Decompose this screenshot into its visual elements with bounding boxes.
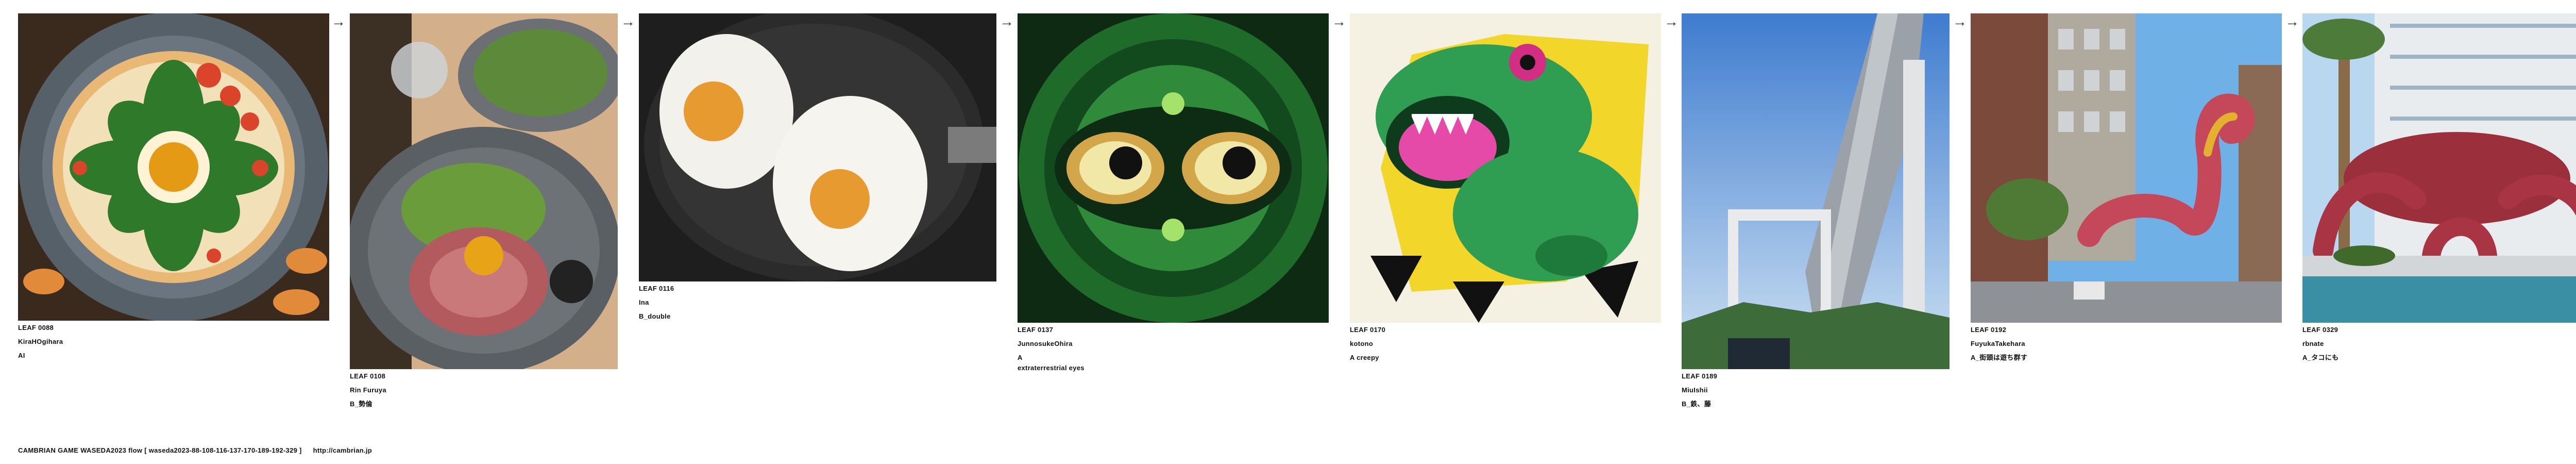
leaf-author: Rin Furuya — [350, 386, 386, 394]
leaf-author: rbnate — [2302, 340, 2324, 347]
arrow-right-icon: → — [1332, 13, 1346, 29]
leaf-author: KiraHOgihara — [18, 338, 63, 345]
footer-title: CAMBRIAN GAME WASEDA2023 flow [ waseda20… — [18, 446, 302, 454]
arrow-right-icon: → — [621, 13, 635, 29]
leaf-image[interactable] — [639, 13, 996, 281]
leaf-image[interactable] — [1018, 13, 1329, 323]
leaf-description: A extraterrestrial eyes — [1018, 354, 1084, 372]
leaf-description: AI — [18, 352, 25, 359]
footer-link[interactable]: http://cambrian.jp — [313, 446, 372, 454]
leaf-id: LEAF 0137 — [1018, 326, 1054, 334]
leaf-card: LEAF 0116 Ina B_double — [639, 13, 996, 323]
leaf-description: A_街頭は遊ち群す — [1971, 354, 2028, 361]
leaf-author: Ina — [639, 299, 649, 306]
leaf-description: A creepy — [1350, 354, 1379, 361]
leaf-description: B_鉄、藤 — [1682, 400, 1711, 408]
leaf-id: LEAF 0170 — [1350, 326, 1386, 334]
leaf-id: LEAF 0329 — [2302, 326, 2338, 334]
leaf-author: kotono — [1350, 340, 1374, 347]
arrow-right-icon: → — [999, 13, 1014, 29]
arrow-right-icon: → — [1953, 13, 1967, 29]
leaf-image[interactable] — [18, 13, 329, 321]
leaf-description: A_タコにも — [2302, 354, 2339, 361]
leaf-card: LEAF 0329 rbnate A_タコにも — [2302, 13, 2576, 364]
leaf-card: LEAF 0088 KiraHOgihara AI — [18, 13, 329, 362]
footer: CAMBRIAN GAME WASEDA2023 flow [ waseda20… — [18, 446, 381, 454]
leaf-id: LEAF 0088 — [18, 324, 54, 332]
arrow-right-icon: → — [2285, 13, 2299, 29]
leaf-image[interactable] — [2302, 13, 2576, 323]
leaf-card: LEAF 0170 kotono A creepy — [1350, 13, 1661, 364]
leaf-author: JunnosukeOhira — [1018, 340, 1073, 347]
arrow-right-icon: → — [1664, 13, 1679, 29]
leaf-description: B_double — [639, 312, 671, 320]
leaf-id: LEAF 0189 — [1682, 372, 1718, 380]
leaf-author: MiuIshii — [1682, 386, 1708, 394]
leaf-id: LEAF 0116 — [639, 285, 674, 292]
leaf-id: LEAF 0192 — [1971, 326, 2007, 334]
leaf-image[interactable] — [1350, 13, 1661, 323]
leaf-card: LEAF 0137 JunnosukeOhira A extraterrestr… — [1018, 13, 1329, 373]
leaf-card: LEAF 0189 MiuIshii B_鉄、藤 — [1682, 13, 1950, 411]
leaf-card: LEAF 0192 FuyukaTakehara A_街頭は遊ち群す — [1971, 13, 2282, 364]
leaf-card: LEAF 0108 Rin Furuya B_勢倫 — [350, 13, 618, 411]
leaf-image[interactable] — [1682, 13, 1950, 369]
leaf-id: LEAF 0108 — [350, 372, 386, 380]
leaf-description: B_勢倫 — [350, 400, 372, 408]
leaf-image[interactable] — [350, 13, 618, 369]
leaf-author: FuyukaTakehara — [1971, 340, 2025, 347]
arrow-right-icon: → — [331, 13, 346, 29]
leaf-image[interactable] — [1971, 13, 2282, 323]
